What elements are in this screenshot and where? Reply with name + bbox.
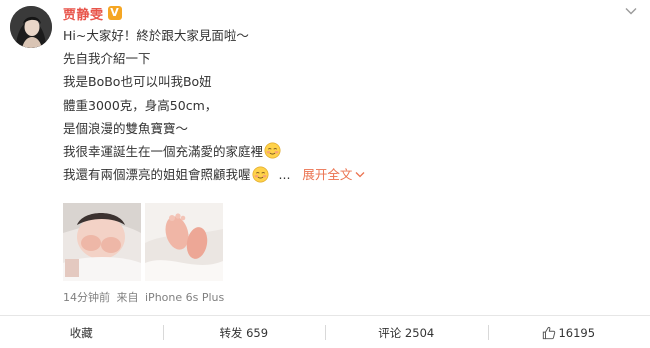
post-line: 是個浪漫的雙魚寶寶～: [63, 120, 189, 136]
post-line: Hi~大家好！終於跟大家見面啦～: [63, 28, 249, 43]
chevron-down-icon: [355, 172, 365, 178]
user-row: 贾静雯 V: [63, 4, 122, 23]
expand-label: 展开全文: [302, 167, 353, 183]
post-text: Hi~大家好！終於跟大家見面啦～ 先自我介紹一下 我是BoBo也可以叫我Bo妞 …: [63, 24, 583, 186]
verified-badge-icon: V: [107, 6, 122, 20]
repost-button[interactable]: 转发 659: [162, 316, 326, 348]
favorite-button[interactable]: 收藏: [0, 316, 163, 348]
ellipsis: ...: [278, 167, 291, 183]
comment-button[interactable]: 评论 2504: [325, 316, 488, 348]
avatar[interactable]: [10, 6, 52, 48]
comment-label: 评论 2504: [378, 325, 435, 340]
chevron-down-icon[interactable]: [624, 6, 638, 16]
blush-smile-emoji-icon: [252, 166, 269, 183]
post-time[interactable]: 14分钟前: [63, 291, 110, 304]
like-count: 16195: [558, 325, 596, 340]
post-line: 體重3000克，身高50cm，: [63, 97, 218, 113]
source-prefix: 来自: [116, 291, 139, 304]
weibo-post-card: 贾静雯 V Hi~大家好！終於跟大家見面啦～ 先自我介紹一下 我是BoBo也可以…: [0, 0, 650, 348]
blush-smile-emoji-icon: [264, 142, 281, 159]
post-line: 我很幸運誕生在一個充滿愛的家庭裡: [63, 140, 583, 163]
baby-feet-photo[interactable]: [145, 203, 223, 281]
source-device[interactable]: iPhone 6s Plus: [145, 291, 224, 304]
action-bar: 收藏 转发 659 评论 2504 16195: [0, 315, 650, 348]
post-line: 我是BoBo也可以叫我Bo妞: [63, 74, 212, 90]
post-line: 我還有兩個漂亮的姐姐會照顧我喔 ... 展开全文: [63, 163, 583, 186]
photo-grid: [63, 203, 223, 281]
like-button[interactable]: 16195: [487, 316, 650, 348]
post-line: 先自我介紹一下: [63, 51, 151, 67]
user-name[interactable]: 贾静雯: [63, 4, 104, 23]
favorite-label: 收藏: [69, 325, 93, 340]
thumbs-up-icon: [543, 326, 556, 339]
baby-face-photo[interactable]: [63, 203, 141, 281]
repost-label: 转发 659: [219, 325, 269, 340]
expand-full-text-link[interactable]: 展开全文: [302, 167, 365, 182]
post-meta: 14分钟前 来自 iPhone 6s Plus: [63, 289, 227, 305]
